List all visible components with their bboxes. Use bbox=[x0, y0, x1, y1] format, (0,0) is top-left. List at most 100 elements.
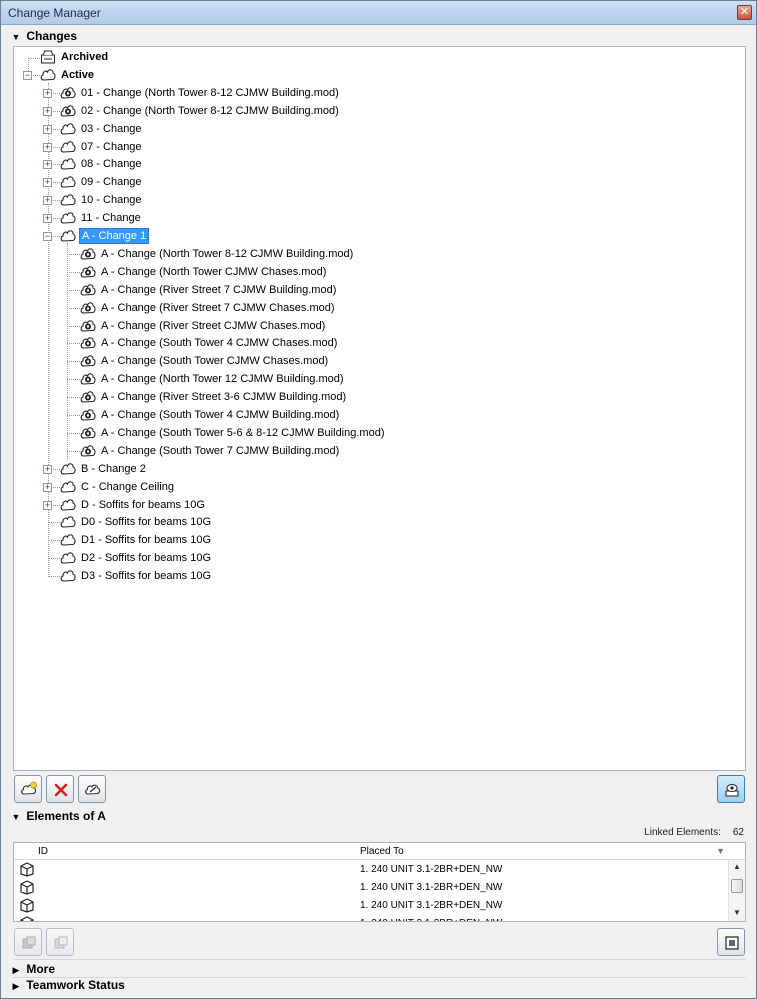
collapse-triangle-icon: ▼ bbox=[11, 32, 21, 42]
delete-change-button[interactable] bbox=[46, 775, 74, 803]
tree-item-label: 08 - Change bbox=[81, 158, 142, 171]
element-type-icon bbox=[20, 916, 34, 921]
expand-toggle-icon[interactable]: + bbox=[43, 196, 52, 206]
table-row[interactable]: 1. 240 UNIT 3.1-2BR+DEN_NW bbox=[14, 897, 726, 915]
elements-section-header[interactable]: ▼ Elements of A bbox=[9, 808, 749, 824]
close-button[interactable]: ✕ bbox=[737, 5, 752, 20]
tree-item-a-sub-change[interactable]: A - Change (North Tower 8-12 CJMW Buildi… bbox=[14, 245, 745, 263]
tree-item-change[interactable]: +03 - Change bbox=[14, 120, 745, 138]
tree-item-a-sub-change[interactable]: A - Change (South Tower 4 CJMW Building.… bbox=[14, 406, 745, 424]
change-cloud-icon bbox=[60, 230, 76, 242]
table-row[interactable]: 1. 240 UNIT 3.1-2BR+DEN_NW bbox=[14, 861, 726, 879]
tree-item-change[interactable]: D3 - Soffits for beams 10G bbox=[14, 567, 745, 585]
tree-item-label: B - Change 2 bbox=[81, 462, 146, 475]
expand-toggle-icon[interactable]: + bbox=[43, 500, 52, 510]
expand-toggle-icon[interactable]: + bbox=[43, 482, 52, 492]
tree-item-change[interactable]: +09 - Change bbox=[14, 173, 745, 191]
column-header-id[interactable]: ID bbox=[38, 843, 48, 860]
column-header-placed-to[interactable]: Placed To bbox=[360, 843, 404, 860]
tree-item-label: A - Change (South Tower 4 CJMW Chases.mo… bbox=[101, 337, 338, 350]
table-scrollbar[interactable]: ▲ ▼ bbox=[728, 860, 745, 921]
tree-item-label: 09 - Change bbox=[81, 176, 142, 189]
expand-toggle-icon[interactable]: + bbox=[43, 214, 52, 224]
tree-item-change[interactable]: +02 - Change (North Tower 8-12 CJMW Buil… bbox=[14, 102, 745, 120]
tree-item-a-sub-change[interactable]: A - Change (River Street CJMW Chases.mod… bbox=[14, 317, 745, 335]
marked-change-icon bbox=[80, 319, 96, 332]
tree-item-change[interactable]: +01 - Change (North Tower 8-12 CJMW Buil… bbox=[14, 84, 745, 102]
remove-elements-button[interactable] bbox=[46, 928, 74, 956]
tree-item-label: A - Change (South Tower CJMW Chases.mod) bbox=[101, 355, 329, 368]
tree-item-a-sub-change[interactable]: A - Change (River Street 3-6 CJMW Buildi… bbox=[14, 388, 745, 406]
change-cloud-icon bbox=[40, 69, 56, 81]
more-section-header[interactable]: ▶ More bbox=[9, 961, 749, 977]
tree-item-a-sub-change[interactable]: A - Change (South Tower CJMW Chases.mod) bbox=[14, 352, 745, 370]
elements-section-title: Elements of A bbox=[26, 809, 106, 823]
archive-box-icon bbox=[41, 50, 55, 64]
tree-item-a-sub-change[interactable]: A - Change (South Tower 5-6 & 8-12 CJMW … bbox=[14, 424, 745, 442]
changes-tree[interactable]: Archived − Active +01 - Change (North Tower… bbox=[13, 46, 746, 771]
tree-item-a-sub-change[interactable]: A - Change (South Tower 7 CJMW Building.… bbox=[14, 442, 745, 460]
linked-elements-label: Linked Elements: bbox=[644, 827, 721, 838]
tree-item-change[interactable]: D1 - Soffits for beams 10G bbox=[14, 531, 745, 549]
marked-change-icon bbox=[80, 391, 96, 403]
scroll-down-icon[interactable]: ▼ bbox=[729, 906, 745, 920]
remove-elements-icon bbox=[54, 936, 68, 949]
tree-item-label: A - Change (North Tower CJMW Chases.mod) bbox=[101, 265, 327, 278]
elements-table[interactable]: ID Placed To ▼ 1. 240 UNIT 3.1-2BR+DEN_N… bbox=[13, 842, 746, 922]
tree-item-change[interactable]: +07 - Change bbox=[14, 138, 745, 156]
expand-toggle-icon[interactable]: + bbox=[43, 106, 52, 116]
tree-item-label: A - Change 1 bbox=[79, 228, 150, 244]
collapse-triangle-icon: ▼ bbox=[11, 812, 21, 822]
tree-item-a-sub-change[interactable]: A - Change (River Street 7 CJMW Chases.m… bbox=[14, 299, 745, 317]
link-change-button[interactable] bbox=[78, 775, 106, 803]
tree-item-a-change-1[interactable]: − A - Change 1 bbox=[14, 227, 745, 245]
expand-toggle-icon[interactable]: + bbox=[43, 142, 52, 152]
tree-item-a-sub-change[interactable]: A - Change (North Tower 12 CJMW Building… bbox=[14, 370, 745, 388]
tree-item-label: Active bbox=[61, 68, 95, 81]
elements-toolbar bbox=[14, 928, 754, 956]
tree-item-change[interactable]: +10 - Change bbox=[14, 191, 745, 209]
new-change-button[interactable] bbox=[14, 775, 42, 803]
expand-toggle-icon[interactable]: + bbox=[43, 88, 52, 98]
tree-item-change[interactable]: D2 - Soffits for beams 10G bbox=[14, 549, 745, 567]
expand-toggle-icon[interactable]: + bbox=[43, 464, 52, 474]
tree-item-change[interactable]: + C - Change Ceiling bbox=[14, 478, 745, 496]
tree-item-a-sub-change[interactable]: A - Change (North Tower CJMW Chases.mod) bbox=[14, 263, 745, 281]
tree-item-change[interactable]: +11 - Change bbox=[14, 209, 745, 227]
change-cloud-icon bbox=[60, 570, 76, 582]
collapse-toggle-icon[interactable]: − bbox=[43, 232, 52, 241]
tree-item-label: 02 - Change (North Tower 8-12 CJMW Build… bbox=[81, 104, 339, 117]
tree-item-archived[interactable]: Archived bbox=[14, 48, 745, 66]
scroll-up-icon[interactable]: ▲ bbox=[729, 860, 745, 874]
title-bar[interactable]: Change Manager ✕ bbox=[1, 1, 756, 25]
change-cloud-icon bbox=[60, 140, 76, 153]
zoom-to-elements-button[interactable] bbox=[717, 928, 745, 956]
show-marker-button[interactable] bbox=[717, 775, 745, 803]
tree-item-label: D1 - Soffits for beams 10G bbox=[81, 534, 212, 547]
tree-item-active[interactable]: − Active bbox=[14, 66, 745, 84]
tree-item-label: 11 - Change bbox=[81, 212, 141, 225]
expand-toggle-icon[interactable]: + bbox=[43, 124, 52, 134]
tree-item-label: A - Change (River Street 7 CJMW Chases.m… bbox=[101, 301, 335, 314]
tree-item-change[interactable]: + D - Soffits for beams 10G bbox=[14, 496, 745, 514]
tree-item-change[interactable]: +08 - Change bbox=[14, 155, 745, 173]
expand-toggle-icon[interactable]: + bbox=[43, 178, 52, 188]
table-row[interactable]: 1. 240 UNIT 3.1-2BR+DEN_NW bbox=[14, 879, 726, 897]
tree-item-a-sub-change[interactable]: A - Change (South Tower 4 CJMW Chases.mo… bbox=[14, 334, 745, 352]
tree-item-a-sub-change[interactable]: A - Change (River Street 7 CJMW Building… bbox=[14, 281, 745, 299]
expand-toggle-icon[interactable]: + bbox=[43, 160, 52, 170]
changes-section-header[interactable]: ▼ Changes bbox=[9, 28, 749, 44]
select-elements-button[interactable] bbox=[14, 928, 42, 956]
teamwork-section-header[interactable]: ▶ Teamwork Status bbox=[9, 977, 749, 993]
tree-item-change[interactable]: D0 - Soffits for beams 10G bbox=[14, 513, 745, 531]
tree-item-label: 01 - Change (North Tower 8-12 CJMW Build… bbox=[81, 86, 339, 99]
tree-item-change[interactable]: + B - Change 2 bbox=[14, 460, 745, 478]
marked-change-icon bbox=[80, 409, 96, 421]
sort-dropdown-icon[interactable]: ▼ bbox=[716, 843, 725, 860]
table-row[interactable]: 1. 240 UNIT 3.1-2BR+DEN_NW bbox=[14, 915, 726, 921]
element-type-icon bbox=[20, 862, 34, 877]
collapse-toggle-icon[interactable]: − bbox=[23, 70, 32, 80]
tree-item-label: A - Change (South Tower 4 CJMW Building.… bbox=[101, 409, 340, 421]
scroll-thumb[interactable] bbox=[731, 879, 743, 893]
expand-triangle-icon: ▶ bbox=[12, 965, 20, 975]
